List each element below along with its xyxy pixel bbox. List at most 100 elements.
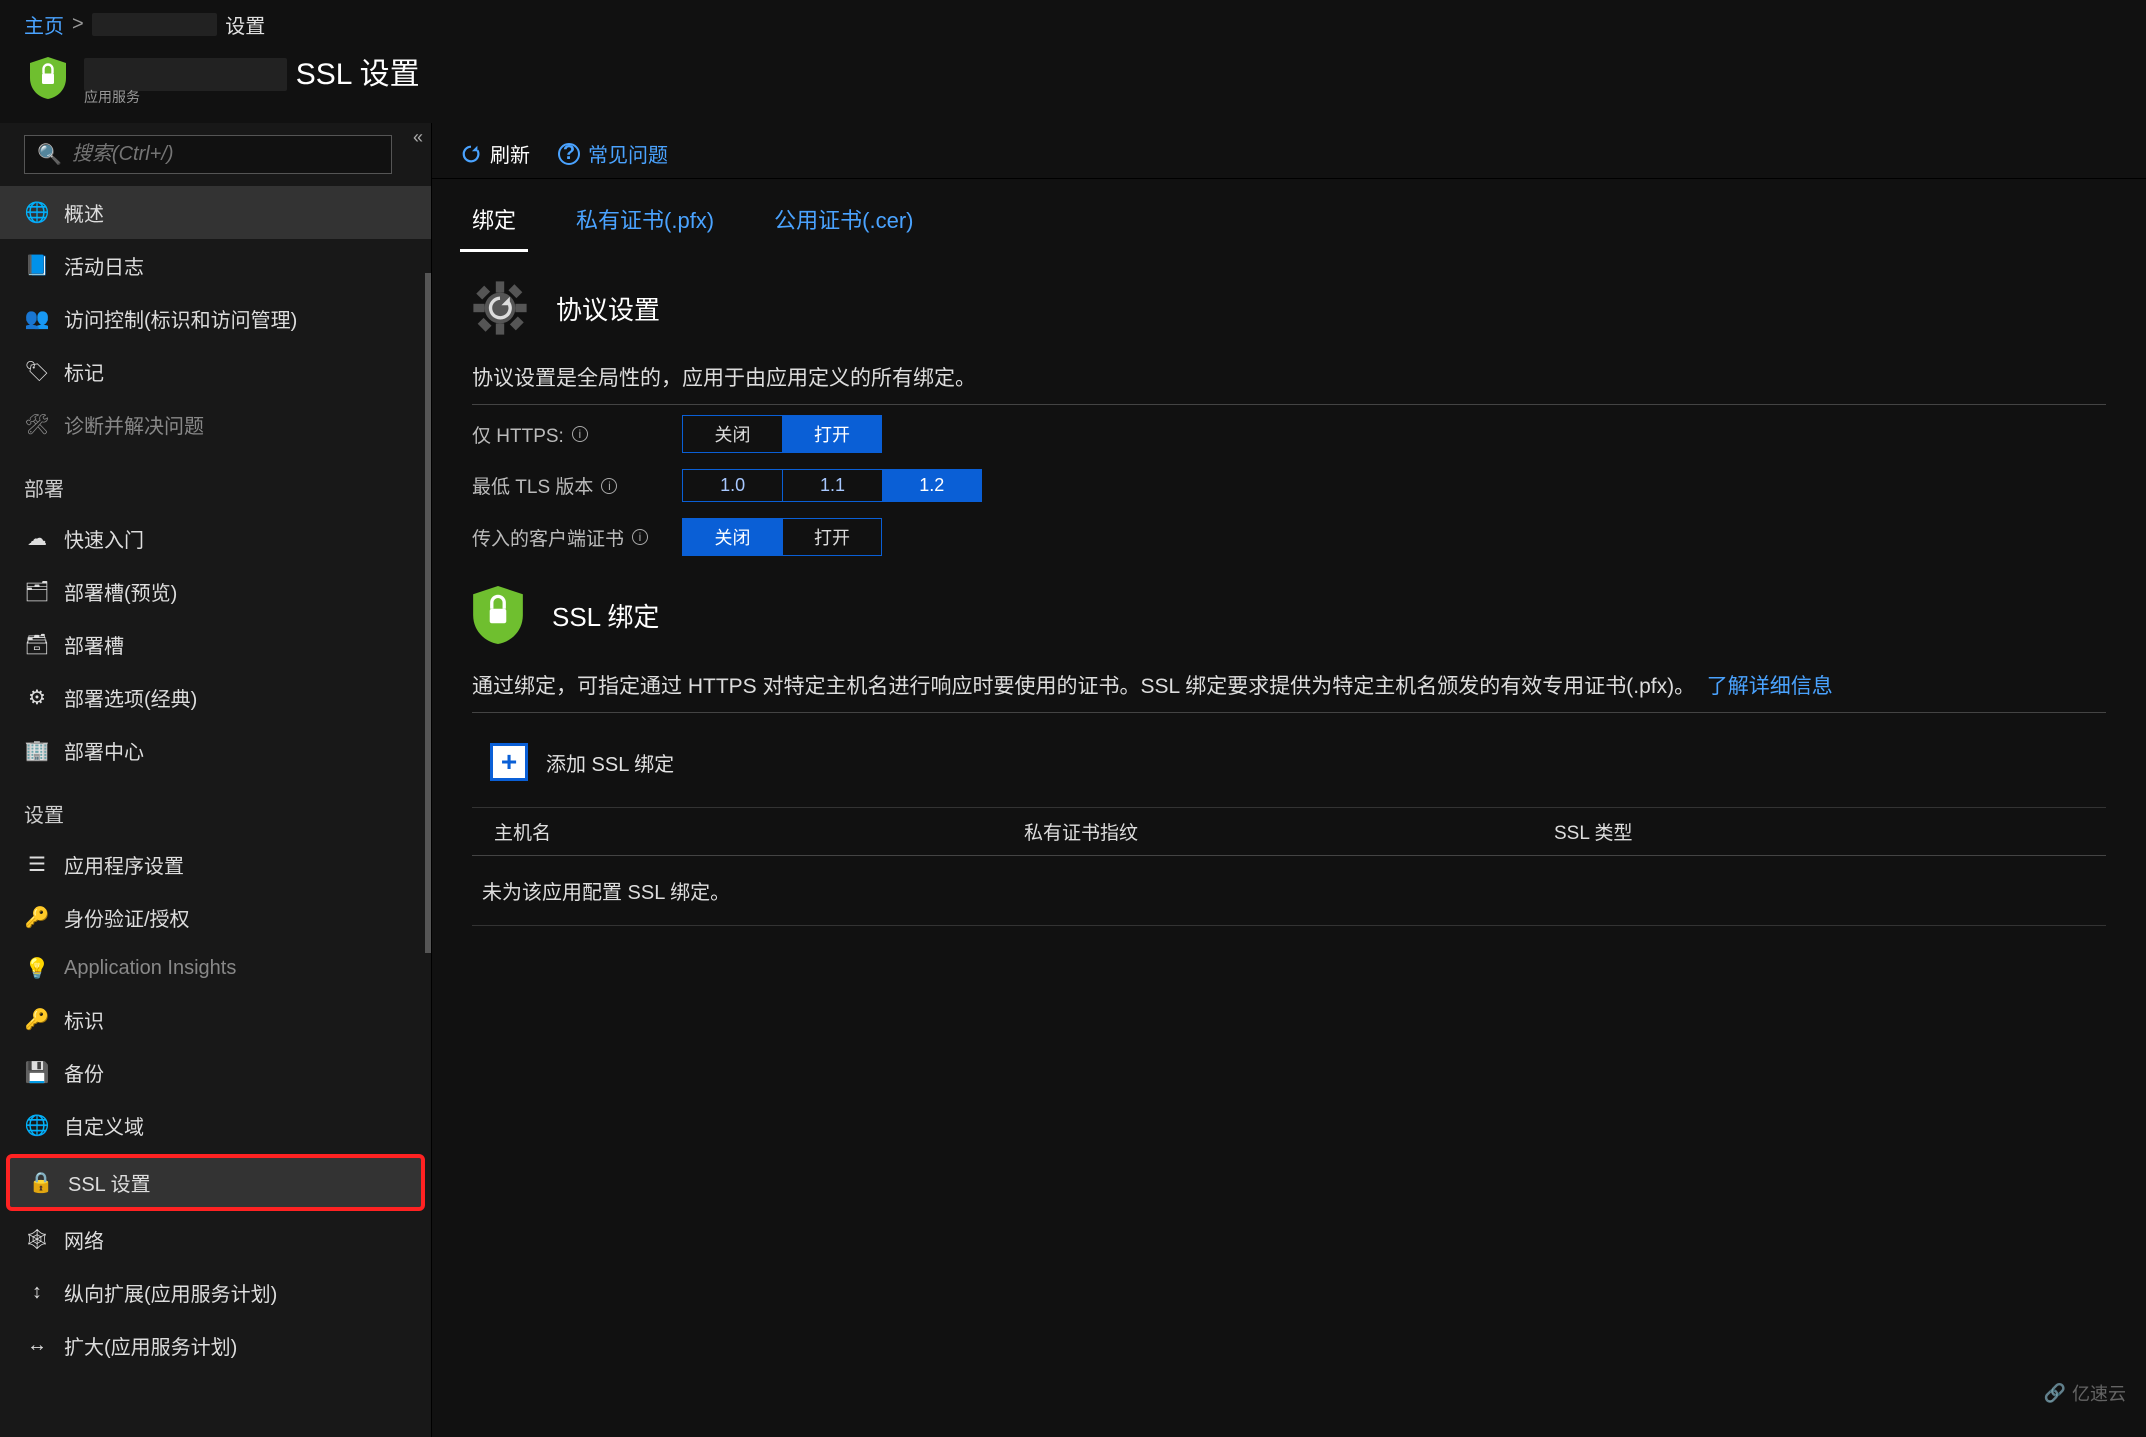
https-only-label: 仅 HTTPS: i [472,421,682,448]
scaleup-icon: ↕ [24,1281,50,1304]
help-icon: ? [558,143,580,165]
toolbar: 刷新 ? 常见问题 [432,123,2146,179]
sidebar-item-net[interactable]: 🕸 网络 [0,1213,431,1266]
tls-opt-1-0[interactable]: 1.0 [683,470,782,501]
sidebar-item-domain[interactable]: 🌐 自定义域 [0,1099,431,1152]
client-cert-on[interactable]: 打开 [782,519,881,555]
add-ssl-binding-button[interactable]: + [490,743,528,781]
shield-lock-icon [472,586,524,644]
sidebar-item-key2[interactable]: 🔑标识 [0,993,431,1046]
main-content: 刷新 ? 常见问题 绑定私有证书(.pfx) 公用证书(.cer) 协议设置 [432,123,2146,1437]
tabs: 绑定私有证书(.pfx) 公用证书(.cer) [432,179,2146,252]
key-icon: 🔑 [24,905,50,930]
client-cert-toggle[interactable]: 关闭 打开 [682,518,882,556]
shield-icon [30,57,66,99]
search-input[interactable] [72,143,379,166]
https-only-toggle[interactable]: 关闭 打开 [682,415,882,453]
sidebar-item-iam[interactable]: 👥访问控制(标识和访问管理) [0,292,431,345]
sidebar-item-label: 快速入门 [64,524,144,553]
sidebar-item-label: 标识 [64,1005,104,1034]
iam-icon: 👥 [24,306,50,331]
sidebar-item-ssl[interactable]: 🔒SSL 设置 [6,1154,425,1211]
tab-0[interactable]: 绑定 [460,193,528,252]
tls-opt-1-2[interactable]: 1.2 [882,470,981,501]
breadcrumb-redacted [92,13,218,36]
learn-more-link[interactable]: 了解详细信息 [1707,675,1833,698]
sidebar-item-label: 纵向扩展(应用服务计划) [64,1278,277,1307]
tab-2[interactable]: 公用证书(.cer) [762,193,925,252]
info-icon[interactable]: i [632,529,648,545]
sidebar-item-label: SSL 设置 [68,1168,151,1197]
ssl-binding-table: 主机名 私有证书指纹 SSL 类型 未为该应用配置 SSL 绑定。 [472,807,2106,926]
sidebar-item-label: 活动日志 [64,251,144,280]
https-only-on[interactable]: 打开 [782,416,881,452]
min-tls-label: 最低 TLS 版本 i [472,472,682,499]
sidebar-item-label: 部署槽(预览) [64,577,177,606]
sidebar-item-label: 网络 [64,1225,104,1254]
sidebar-item-scaleout[interactable]: ↔扩大(应用服务计划) [0,1319,431,1372]
sidebar-item-bulb[interactable]: 💡Application Insights [0,944,431,993]
group-settings-label: 设置 [0,781,431,834]
sidebar-item-label: 应用程序设置 [64,850,184,879]
sidebar: « 🔍 🌐概述📘活动日志👥访问控制(标识和访问管理) 🏷 标记 🛠诊断并解决问题 部署… [0,123,432,1437]
scaleout-icon: ↔ [24,1334,50,1357]
tag-icon: 🏷 [24,359,50,384]
sidebar-item-cloud[interactable]: ☁ 快速入门 [0,512,431,565]
protocol-title: 协议设置 [556,290,660,327]
domain-icon: 🌐 [24,1113,50,1138]
sidebar-item-scaleup[interactable]: ↕ 纵向扩展(应用服务计划) [0,1266,431,1319]
sidebar-item-tag[interactable]: 🏷 标记 [0,345,431,398]
sidebar-item-label: 部署选项(经典) [64,683,197,712]
client-cert-off[interactable]: 关闭 [683,519,782,555]
refresh-button[interactable]: 刷新 [460,139,530,168]
sidebar-item-label: 自定义域 [64,1111,144,1140]
col-thumbprint: 私有证书指纹 [1024,818,1554,845]
https-only-off[interactable]: 关闭 [683,416,782,452]
ssl-binding-title: SSL 绑定 [552,597,659,634]
collapse-icon[interactable]: « [413,127,423,148]
net-icon: 🕸 [24,1227,50,1252]
ssl-binding-desc: 通过绑定，可指定通过 HTTPS 对特定主机名进行响应时要使用的证书。SSL 绑… [472,670,2106,700]
scrollbar[interactable] [425,273,431,953]
sidebar-item-key[interactable]: 🔑 身份验证/授权 [0,891,431,944]
breadcrumb-current: 设置 [225,10,265,39]
slots2-icon: 🗃 [24,632,50,657]
cloud-icon: ☁ [24,526,50,551]
min-tls-segmented[interactable]: 1.01.11.2 [682,469,982,502]
tab-1[interactable]: 私有证书(.pfx) [564,193,726,252]
sidebar-item-label: 标记 [64,357,104,386]
page-title-row: SSL 设置 应用服务 [0,45,2146,123]
breadcrumb-home[interactable]: 主页 [24,10,64,39]
sidebar-item-label: 部署槽 [64,630,124,659]
sidebar-item-slots2[interactable]: 🗃 部署槽 [0,618,431,671]
sidebar-item-globe[interactable]: 🌐概述 [0,186,431,239]
protocol-desc: 协议设置是全局性的，应用于由应用定义的所有绑定。 [472,362,2106,392]
sidebar-item-label: 诊断并解决问题 [64,410,204,439]
center-icon: 🏢 [24,738,50,763]
backup-icon: 💾 [24,1060,50,1085]
sidebar-item-slots[interactable]: 🗂 部署槽(预览) [0,565,431,618]
info-icon[interactable]: i [601,478,617,494]
sidebar-item-label: 部署中心 [64,736,144,765]
bulb-icon: 💡 [24,956,50,981]
appset-icon: ☰ [24,852,50,877]
sidebar-item-wrench[interactable]: 🛠诊断并解决问题 [0,398,431,451]
col-ssl-type: SSL 类型 [1554,818,2084,845]
add-ssl-binding-label: 添加 SSL 绑定 [546,748,674,777]
sidebar-item-label: 身份验证/授权 [64,903,190,932]
protocol-section: 协议设置 协议设置是全局性的，应用于由应用定义的所有绑定。 仅 HTTPS: i… [472,280,2106,556]
sidebar-item-appset[interactable]: ☰ 应用程序设置 [0,838,431,891]
info-icon[interactable]: i [572,426,588,442]
search-icon: 🔍 [37,142,62,167]
faq-button[interactable]: ? 常见问题 [558,139,668,168]
sidebar-search[interactable]: 🔍 [24,135,392,174]
tls-opt-1-1[interactable]: 1.1 [782,470,881,501]
sidebar-item-backup[interactable]: 💾备份 [0,1046,431,1099]
ssl-binding-empty: 未为该应用配置 SSL 绑定。 [472,856,2106,926]
watermark: 🔗亿速云 [2044,1380,2126,1406]
sidebar-item-log[interactable]: 📘活动日志 [0,239,431,292]
sidebar-item-gear[interactable]: ⚙部署选项(经典) [0,671,431,724]
col-host: 主机名 [494,818,1024,845]
sidebar-item-center[interactable]: 🏢 部署中心 [0,724,431,777]
slots-icon: 🗂 [24,579,50,604]
